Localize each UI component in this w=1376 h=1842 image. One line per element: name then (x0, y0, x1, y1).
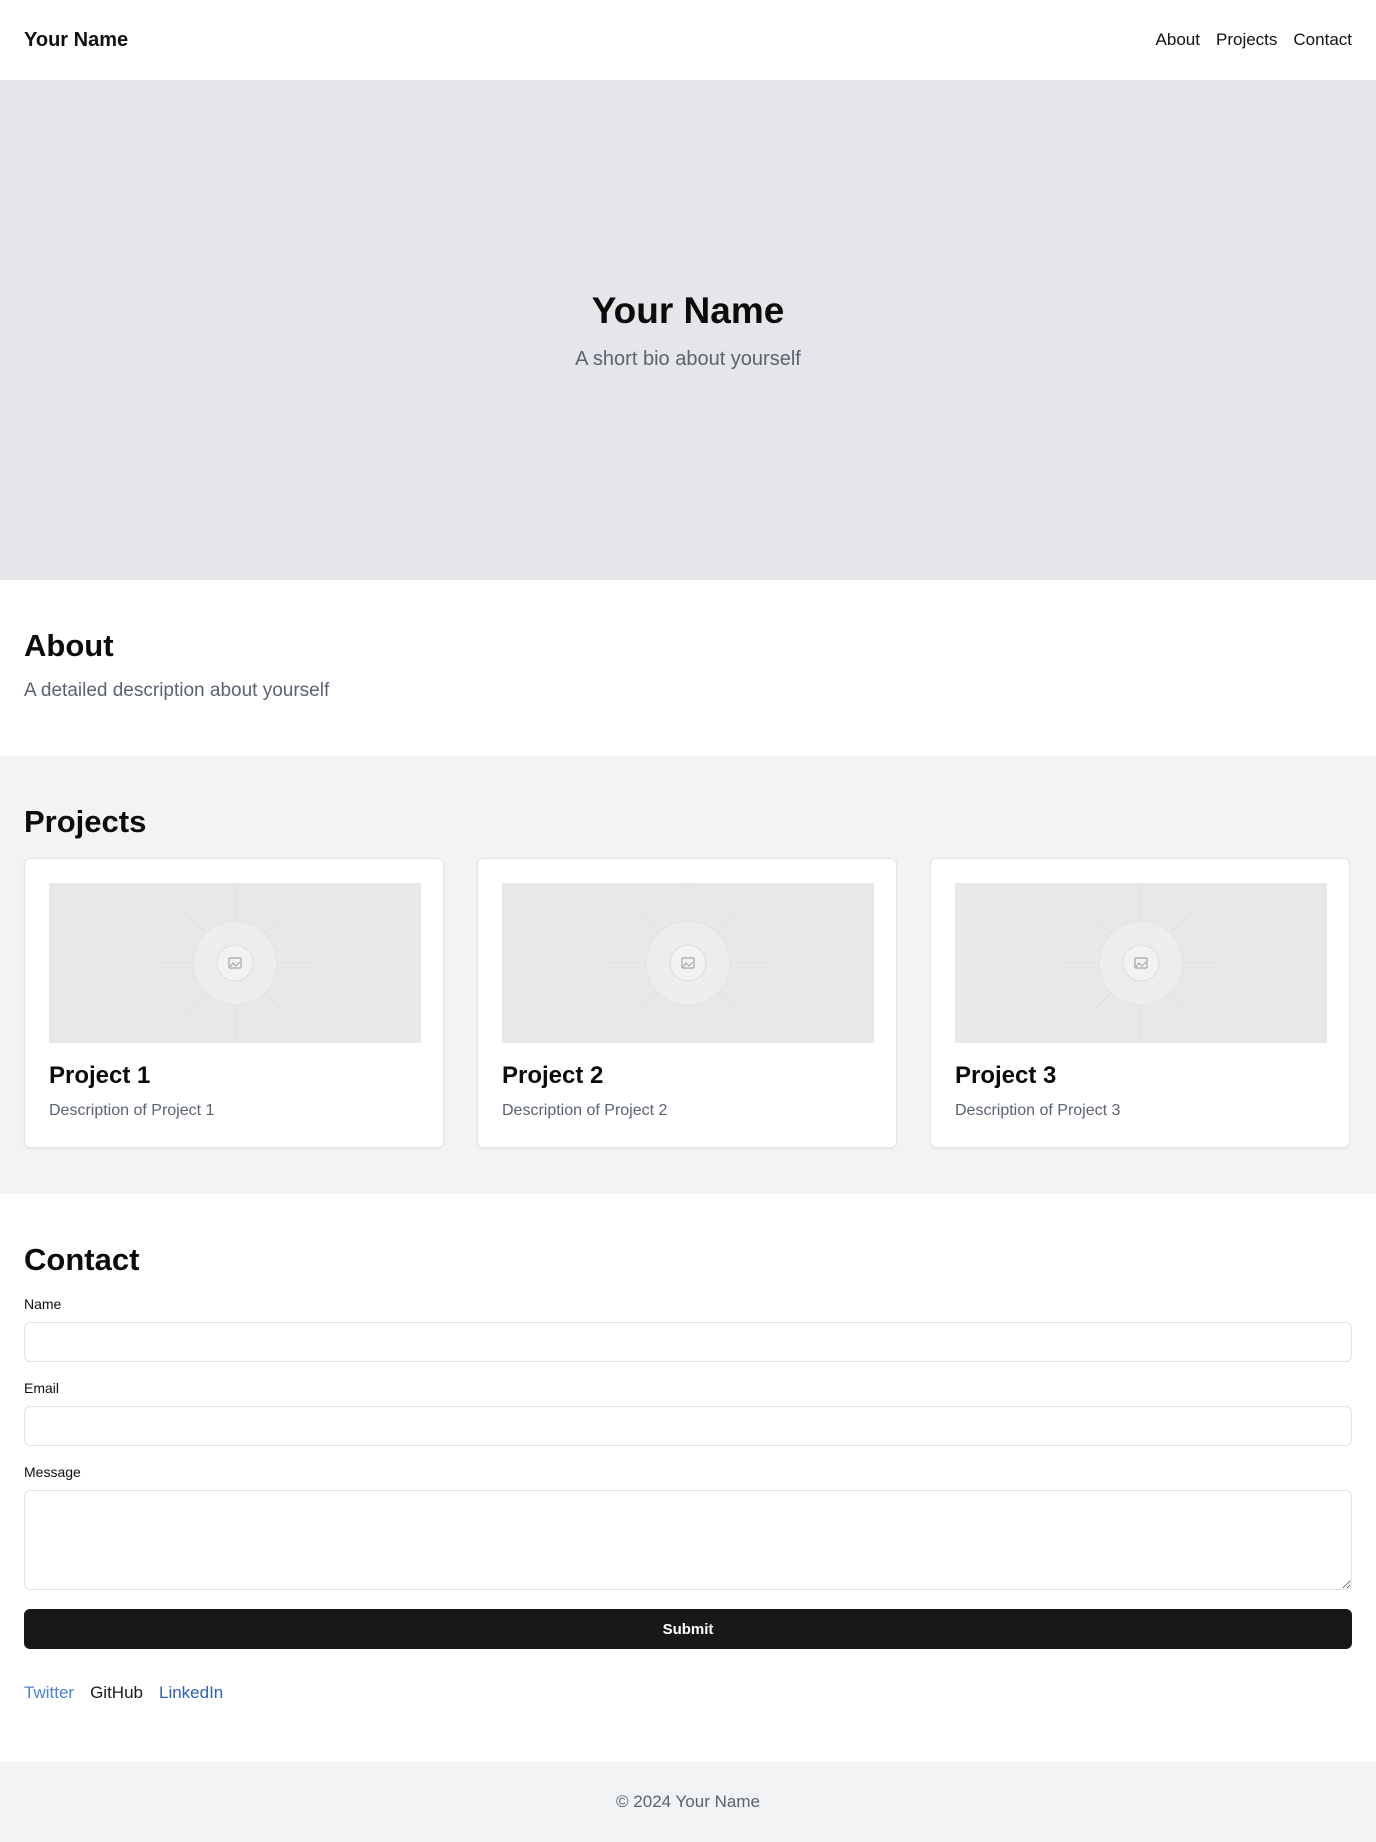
hero-subtitle: A short bio about yourself (575, 347, 801, 370)
site-header: Your Name About Projects Contact (0, 0, 1376, 80)
projects-section: Projects Project 1 Description of Projec… (0, 756, 1376, 1194)
project-description: Description of Project 2 (502, 1102, 668, 1119)
name-field[interactable] (24, 1322, 1352, 1362)
project-card[interactable]: Project 3 Description of Project 3 (930, 858, 1350, 1148)
project-title: Project 1 (49, 1062, 151, 1089)
image-placeholder-icon (1061, 883, 1221, 1043)
image-placeholder-icon (608, 883, 768, 1043)
project-card[interactable]: Project 1 Description of Project 1 (24, 858, 444, 1148)
email-field[interactable] (24, 1406, 1352, 1446)
message-label: Message (24, 1464, 81, 1480)
twitter-link[interactable]: Twitter (24, 1683, 74, 1703)
submit-button[interactable]: Submit (24, 1609, 1352, 1649)
linkedin-link[interactable]: LinkedIn (159, 1683, 223, 1703)
project-thumbnail (502, 883, 874, 1043)
project-cards: Project 1 Description of Project 1 Proje… (24, 858, 1352, 1148)
image-placeholder-icon (155, 883, 315, 1043)
project-title: Project 3 (955, 1062, 1057, 1089)
project-title: Project 2 (502, 1062, 604, 1089)
project-description: Description of Project 3 (955, 1102, 1121, 1119)
nav-link-contact[interactable]: Contact (1293, 30, 1352, 50)
brand-name[interactable]: Your Name (24, 29, 128, 52)
nav-link-about[interactable]: About (1156, 30, 1200, 50)
project-card[interactable]: Project 2 Description of Project 2 (477, 858, 897, 1148)
about-text: A detailed description about yourself (24, 680, 330, 701)
about-section: About A detailed description about yours… (0, 580, 1376, 756)
name-label: Name (24, 1296, 62, 1312)
hero-title: Your Name (591, 289, 785, 331)
project-description: Description of Project 1 (49, 1102, 215, 1119)
github-link[interactable]: GitHub (90, 1683, 143, 1703)
project-thumbnail (955, 883, 1327, 1043)
message-field[interactable] (24, 1490, 1352, 1590)
main-nav: About Projects Contact (1156, 30, 1352, 50)
contact-section: Contact Name Email Message Submit Twitte… (0, 1194, 1376, 1762)
site-footer: © 2024 Your Name (0, 1762, 1376, 1842)
contact-title: Contact (24, 1242, 140, 1277)
email-label: Email (24, 1380, 60, 1396)
projects-title: Projects (24, 804, 147, 839)
about-title: About (24, 628, 114, 663)
social-links: Twitter GitHub LinkedIn (24, 1683, 1352, 1703)
contact-form: Name Email Message Submit (24, 1296, 1352, 1649)
project-thumbnail (49, 883, 421, 1043)
hero-section: Your Name A short bio about yourself (0, 80, 1376, 580)
copyright-text: © 2024 Your Name (616, 1792, 760, 1811)
nav-link-projects[interactable]: Projects (1216, 30, 1277, 50)
